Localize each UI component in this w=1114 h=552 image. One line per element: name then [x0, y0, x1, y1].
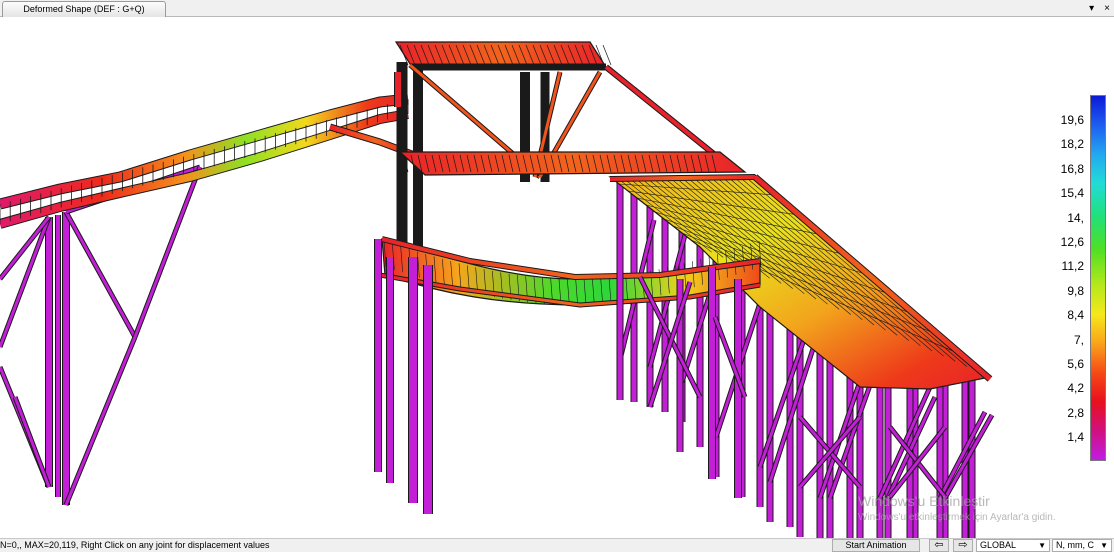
legend-label: 16,8 — [1060, 161, 1084, 176]
legend-label: 4,2 — [1067, 381, 1084, 396]
top-roof-deck — [394, 41, 608, 68]
legend-label: 18,2 — [1060, 137, 1084, 152]
displacement-color-scale — [1090, 95, 1106, 461]
arrow-left-icon[interactable]: ⇦ — [929, 539, 949, 552]
brace — [0, 216, 51, 348]
legend-label: 11,2 — [1061, 259, 1084, 274]
chevron-down-icon[interactable]: ▾ — [1089, 2, 1094, 15]
roof-front-edge — [609, 175, 756, 181]
chevron-down-icon: ▼ — [1038, 541, 1046, 550]
close-icon[interactable]: × — [1104, 2, 1110, 15]
legend-label: 8,4 — [1067, 308, 1084, 323]
coordinate-system-value: GLOBAL — [980, 540, 1017, 550]
legend-label: 15,4 — [1060, 186, 1084, 201]
brace — [13, 396, 51, 488]
window-controls: ▾ × — [1089, 2, 1110, 15]
status-message: N=0,, MAX=20,119, Right Click on any joi… — [0, 540, 270, 550]
deformed-shape-drawing[interactable] — [0, 17, 1114, 538]
units-select[interactable]: N, mm, C ▼ — [1052, 539, 1112, 552]
brace — [64, 336, 137, 506]
model-viewport[interactable] — [0, 17, 1114, 538]
legend-label: 12,6 — [1060, 235, 1084, 249]
start-animation-button[interactable]: Start Animation — [832, 539, 920, 552]
brace — [64, 211, 137, 338]
arrow-right-icon[interactable]: ⇨ — [953, 539, 973, 552]
status-bar: N=0,, MAX=20,119, Right Click on any joi… — [0, 538, 1114, 552]
deck-rib — [602, 44, 612, 66]
legend-label: 1,4 — [1067, 430, 1084, 445]
legend-label: 5,6 — [1067, 357, 1084, 371]
chevron-down-icon: ▼ — [1100, 541, 1108, 550]
tab-deformed-shape[interactable]: Deformed Shape (DEF : G+Q) — [2, 1, 166, 17]
legend-label: 9,8 — [1067, 283, 1084, 298]
legend-label: 7, — [1073, 332, 1084, 347]
units-value: N, mm, C — [1056, 540, 1094, 550]
legend-label: 19,6 — [1060, 113, 1084, 127]
tab-bar: Deformed Shape (DEF : G+Q) ▾ × — [0, 0, 1114, 17]
coordinate-system-select[interactable]: GLOBAL ▼ — [976, 539, 1050, 552]
brace — [768, 326, 822, 483]
activation-watermark-text: Windows'u etkinleştirmek için Ayarlar'a … — [858, 512, 1056, 523]
activation-watermark-title: Windows'u Etkinleştir — [858, 493, 990, 509]
legend-label: 14, — [1067, 210, 1084, 225]
legend-label: 2,8 — [1067, 405, 1084, 420]
brace — [133, 166, 202, 338]
